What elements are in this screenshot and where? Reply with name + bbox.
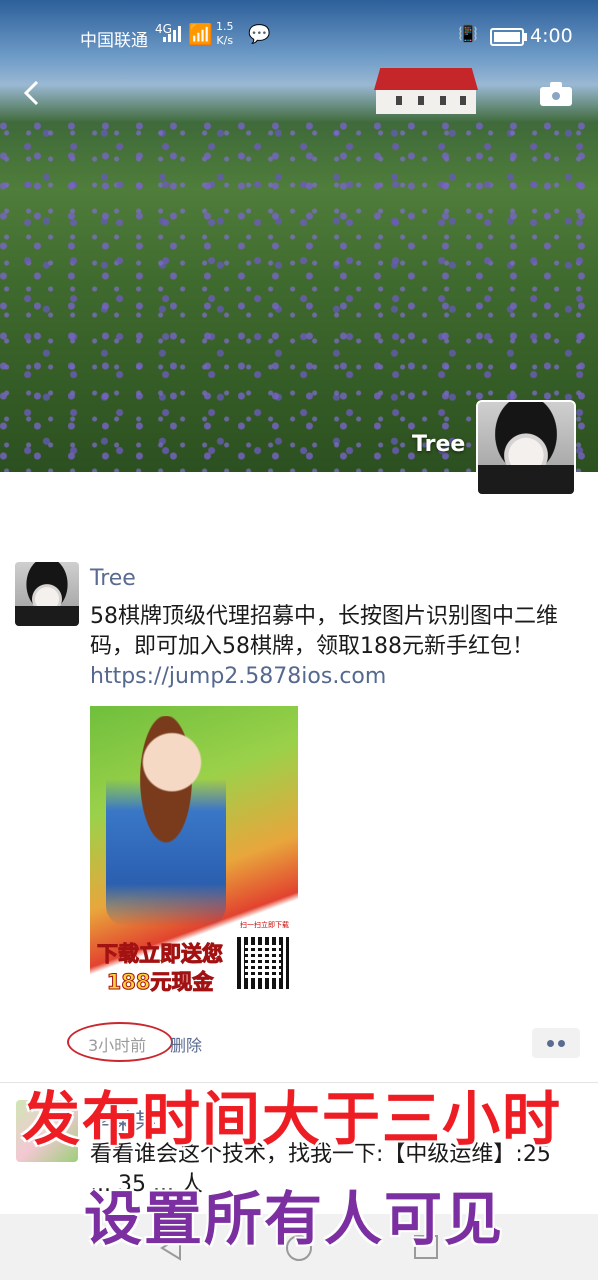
carrier-label: 中国联通 [80, 31, 148, 51]
qr-code-icon [234, 934, 292, 992]
promo-text: 下载立即送您 188元现金 [94, 940, 226, 996]
promo-line-1: 下载立即送您 [97, 942, 224, 967]
chevron-left-icon[interactable] [18, 78, 48, 108]
wifi-icon: 📶 [188, 22, 213, 46]
post-text: 58棋牌顶级代理招募中，长按图片识别图中二维码，即可加入58棋牌，领取188元新… [90, 602, 570, 692]
post-author-name[interactable]: Tree [90, 566, 136, 591]
speed-value: 1.5 [216, 20, 234, 33]
wechat-icon: 💬 [248, 24, 271, 45]
post-image[interactable]: 扫一扫立即下载 下载立即送您 188元现金 [90, 706, 298, 1004]
post-body: 58棋牌顶级代理招募中，长按图片识别图中二维码，即可加入58棋牌，领取188元新… [90, 604, 558, 659]
vibrate-icon: 📳 [458, 24, 478, 43]
camera-icon[interactable] [540, 82, 572, 106]
battery-icon [490, 28, 527, 46]
qr-label: 扫一扫立即下载 [240, 921, 289, 929]
network-speed: 1.5 K/s [216, 20, 234, 48]
more-options-button[interactable] [532, 1028, 580, 1058]
cover-house [374, 68, 478, 116]
illustration [106, 716, 226, 926]
post-link[interactable]: https://jump2.5878ios.com [90, 664, 386, 689]
clock: 4:00 [530, 25, 573, 47]
overlay-caption-1: 发布时间大于三小时 [22, 1085, 563, 1153]
promo-line-2: 188元现金 [106, 970, 214, 995]
avatar[interactable] [15, 562, 79, 626]
status-bar: 中国联通 4G 📶 1.5 K/s 💬 📳 4:00 [0, 0, 598, 70]
delete-button[interactable]: 删除 [170, 1032, 202, 1056]
post-timestamp: 3小时前 [88, 1036, 147, 1055]
cover-owner-name: Tree [412, 432, 466, 457]
cover-avatar[interactable] [476, 400, 576, 496]
speed-unit: K/s [216, 34, 234, 47]
overlay-caption-2: 设置所有人可见 [84, 1185, 505, 1253]
signal-icon [163, 26, 183, 42]
